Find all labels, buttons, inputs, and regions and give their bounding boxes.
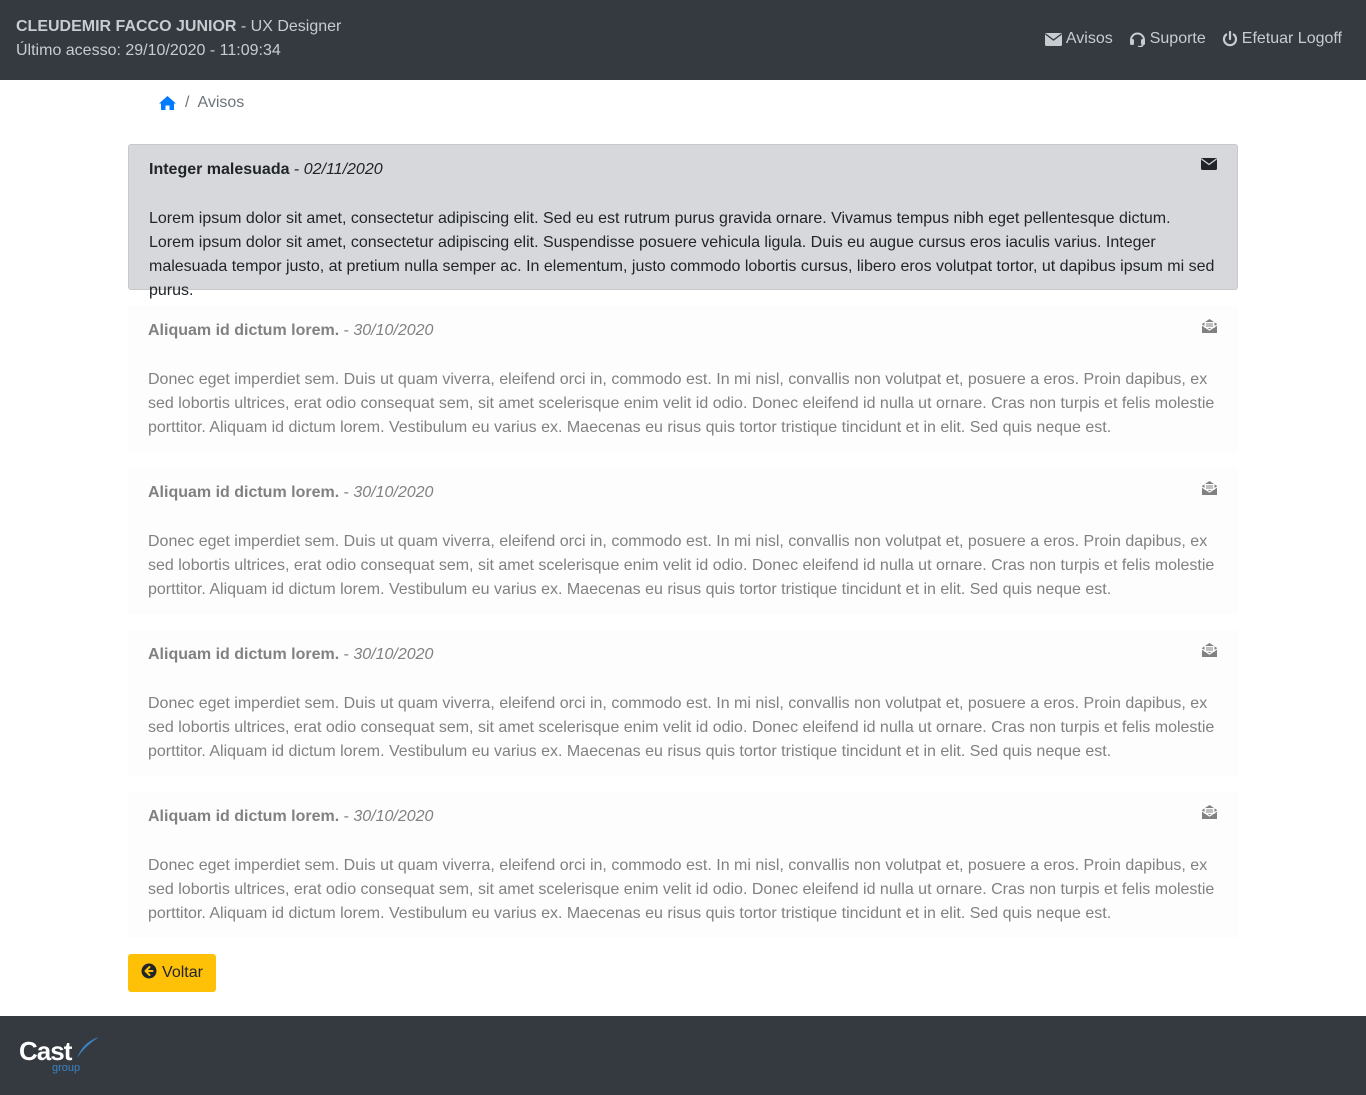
notice-title: Aliquam id dictum lorem. xyxy=(148,322,340,339)
nav-suporte-link[interactable]: Suporte xyxy=(1129,30,1206,48)
notice-header: Aliquam id dictum lorem. - 30/10/2020 xyxy=(148,808,1218,832)
notice-item[interactable]: Aliquam id dictum lorem. - 30/10/2020 Do… xyxy=(128,630,1238,776)
notice-date: 30/10/2020 xyxy=(353,646,434,663)
breadcrumb-separator: / xyxy=(185,94,190,111)
logo-swoosh-icon xyxy=(77,1037,99,1058)
notice-date-separator: - xyxy=(339,484,354,501)
last-access: Último acesso: 29/10/2020 - 11:09:34 xyxy=(16,42,281,59)
notice-date-separator: - xyxy=(289,161,304,178)
cast-group-logo: Cast group xyxy=(19,1036,99,1074)
user-info: CLEUDEMIR FACCO JUNIOR - UX Designer xyxy=(16,18,341,36)
notice-header: Integer malesuada - 02/11/2020 xyxy=(149,161,1217,185)
nav-avisos-label: Avisos xyxy=(1065,30,1113,47)
notice-item[interactable]: Aliquam id dictum lorem. - 30/10/2020 Do… xyxy=(128,306,1238,452)
top-nav: Avisos Suporte Efetuar Logoff xyxy=(1044,30,1342,48)
nav-logoff-label: Efetuar Logoff xyxy=(1241,30,1342,47)
notice-title: Integer malesuada xyxy=(149,161,290,178)
breadcrumb-current: Avisos xyxy=(197,94,245,111)
notice-date-separator: - xyxy=(339,322,354,339)
envelope-icon xyxy=(1044,32,1062,46)
notice-date-separator: - xyxy=(339,646,354,663)
breadcrumb: / Avisos xyxy=(158,94,244,112)
notice-item[interactable]: Integer malesuada - 02/11/2020 Lorem ips… xyxy=(128,144,1238,299)
notice-header: Aliquam id dictum lorem. - 30/10/2020 xyxy=(148,646,1218,670)
envelope-open-icon[interactable] xyxy=(1201,804,1218,825)
notice-body: Donec eget imperdiet sem. Duis ut quam v… xyxy=(148,371,1215,436)
user-role: - UX Designer xyxy=(236,18,342,35)
notice-item[interactable]: Aliquam id dictum lorem. - 30/10/2020 Do… xyxy=(128,792,1238,938)
headset-icon xyxy=(1129,31,1146,47)
envelope-open-icon[interactable] xyxy=(1201,642,1218,663)
top-bar: CLEUDEMIR FACCO JUNIOR - UX Designer Últ… xyxy=(0,0,1366,80)
notice-date: 30/10/2020 xyxy=(353,484,434,501)
notice-date: 02/11/2020 xyxy=(303,161,383,178)
envelope-open-icon[interactable] xyxy=(1201,318,1218,339)
arrow-circle-left-icon xyxy=(141,963,157,984)
notice-title: Aliquam id dictum lorem. xyxy=(148,484,340,501)
logo-subtext: group xyxy=(52,1062,81,1074)
back-button-label: Voltar xyxy=(162,964,203,981)
notice-item[interactable]: Aliquam id dictum lorem. - 30/10/2020 Do… xyxy=(128,468,1238,614)
notice-header: Aliquam id dictum lorem. - 30/10/2020 xyxy=(148,322,1218,346)
envelope-open-icon[interactable] xyxy=(1201,480,1218,501)
notice-body: Donec eget imperdiet sem. Duis ut quam v… xyxy=(148,857,1215,922)
notice-body: Lorem ipsum dolor sit amet, consectetur … xyxy=(149,210,1215,299)
back-button[interactable]: Voltar xyxy=(128,954,216,992)
notice-date-separator: - xyxy=(339,808,354,825)
user-name: CLEUDEMIR FACCO JUNIOR xyxy=(16,18,237,35)
notice-date: 30/10/2020 xyxy=(353,322,434,339)
notices-list: Integer malesuada - 02/11/2020 Lorem ips… xyxy=(128,144,1238,954)
notice-body: Donec eget imperdiet sem. Duis ut quam v… xyxy=(148,695,1215,760)
footer: Cast group xyxy=(0,1016,1366,1095)
nav-logoff-link[interactable]: Efetuar Logoff xyxy=(1222,30,1342,48)
notice-header: Aliquam id dictum lorem. - 30/10/2020 xyxy=(148,484,1218,508)
notice-date: 30/10/2020 xyxy=(353,808,434,825)
notice-title: Aliquam id dictum lorem. xyxy=(148,808,340,825)
power-icon xyxy=(1222,31,1238,47)
nav-suporte-label: Suporte xyxy=(1149,30,1206,47)
notice-body: Donec eget imperdiet sem. Duis ut quam v… xyxy=(148,533,1215,598)
envelope-icon[interactable] xyxy=(1201,157,1217,175)
notice-title: Aliquam id dictum lorem. xyxy=(148,646,340,663)
nav-avisos-link[interactable]: Avisos xyxy=(1044,30,1113,48)
home-icon[interactable] xyxy=(158,95,177,111)
